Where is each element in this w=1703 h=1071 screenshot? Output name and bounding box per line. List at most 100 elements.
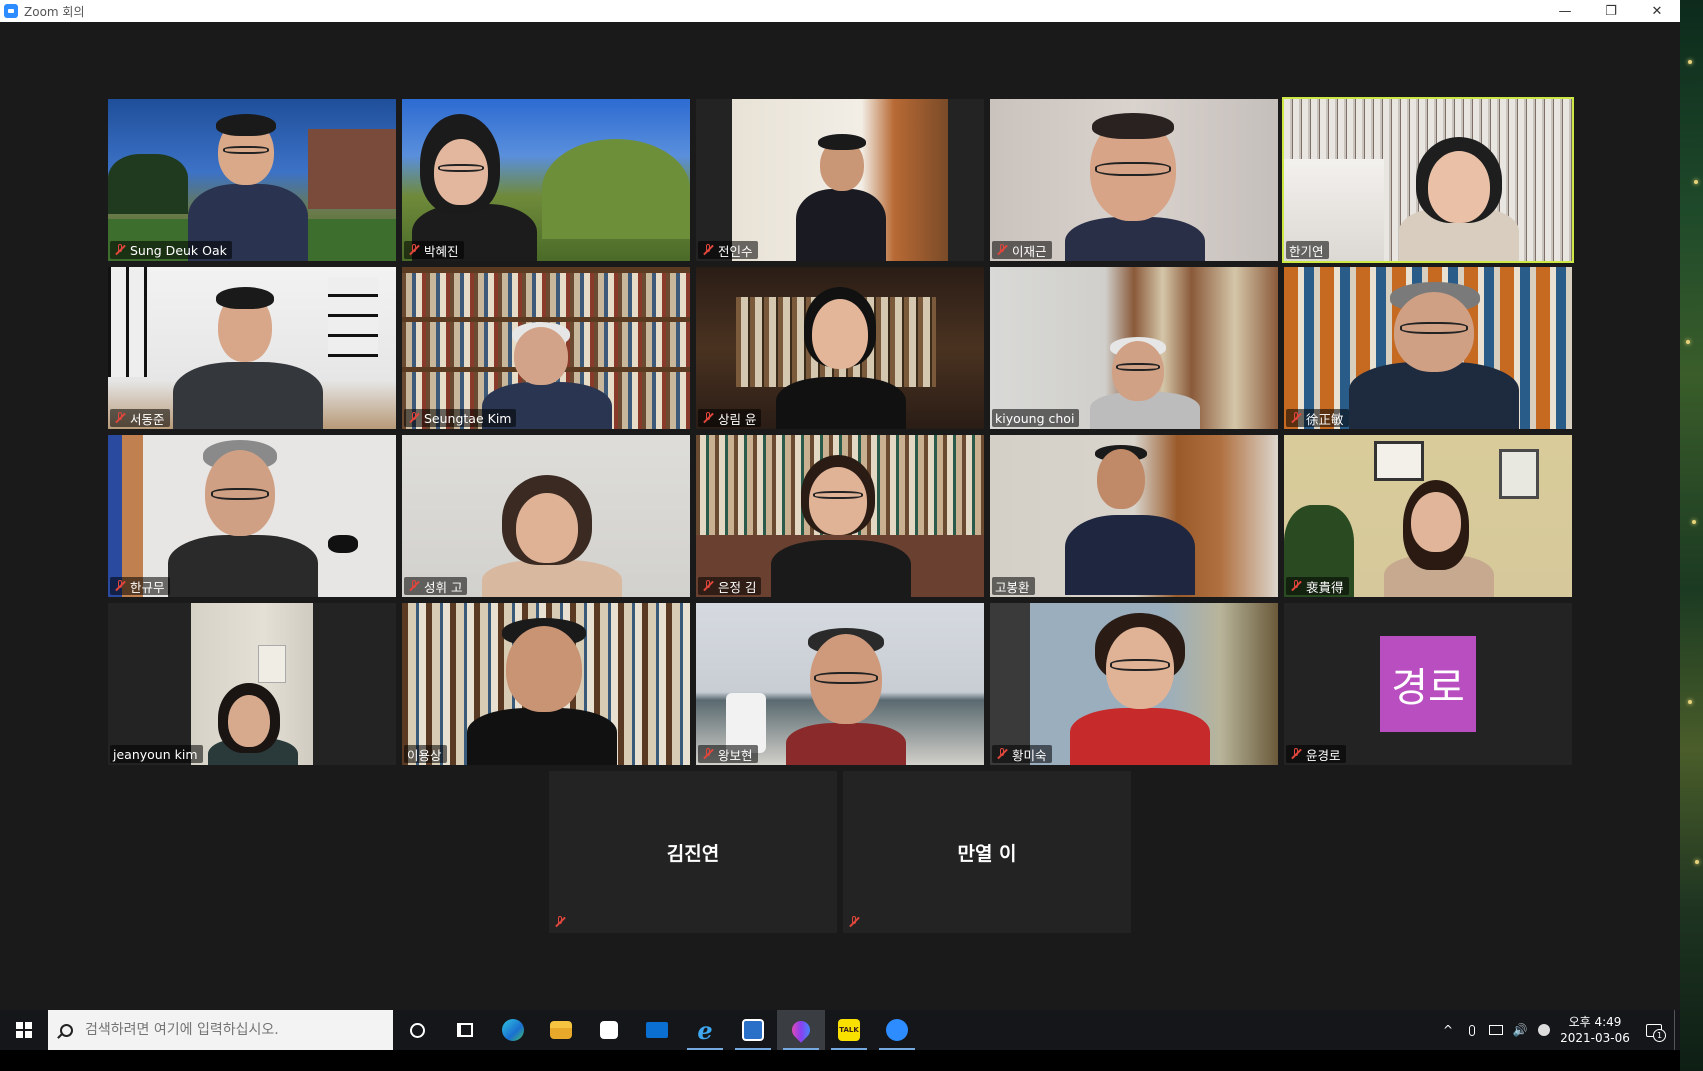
participant-nameplate: 왕보현 <box>698 745 758 763</box>
participant-tile[interactable]: 경로 윤경로 <box>1284 603 1572 765</box>
mic-muted-icon <box>407 411 421 425</box>
participant-nameplate: 전인수 <box>698 241 758 259</box>
microphone-icon[interactable] <box>1460 1010 1484 1050</box>
edge-button[interactable] <box>489 1010 537 1050</box>
participant-tile[interactable]: 고봉환 <box>990 435 1278 597</box>
volume-icon[interactable]: 🔊 <box>1508 1010 1532 1050</box>
participant-nameplate: 고봉환 <box>992 577 1035 595</box>
participant-tile[interactable]: 성휘 고 <box>402 435 690 597</box>
participant-tile[interactable]: 裵貴得 <box>1284 435 1572 597</box>
windows-logo-icon <box>16 1022 32 1038</box>
network-icon[interactable] <box>1484 1010 1508 1050</box>
mic-muted-icon <box>847 915 861 929</box>
mic-muted-icon <box>113 579 127 593</box>
participant-nameplate: 은정 김 <box>698 577 762 595</box>
file-explorer-button[interactable] <box>537 1010 585 1050</box>
participant-name-center: 만열 이 <box>957 842 1017 865</box>
internet-explorer-button[interactable]: e <box>681 1010 729 1050</box>
participant-tile[interactable]: 徐正敏 <box>1284 267 1572 429</box>
window-title: Zoom 회의 <box>24 4 85 19</box>
paint-button[interactable] <box>777 1010 825 1050</box>
mic-muted-icon <box>701 579 715 593</box>
participant-nameplate: 한기연 <box>1286 241 1329 259</box>
kakaotalk-icon: TALK <box>838 1019 860 1041</box>
participant-nameplate: Seungtae Kim <box>404 409 517 427</box>
participant-tile-active-speaker[interactable]: 한기연 <box>1282 97 1574 263</box>
participant-tile[interactable]: 상림 윤 <box>696 267 984 429</box>
participant-tile[interactable]: Seungtae Kim <box>402 267 690 429</box>
participant-tile[interactable]: 이용상 <box>402 603 690 765</box>
show-desktop-button[interactable] <box>1674 1010 1680 1050</box>
participant-tile[interactable]: kiyoung choi <box>990 267 1278 429</box>
close-button[interactable]: ✕ <box>1634 0 1680 22</box>
action-center-button[interactable]: 1 <box>1634 1010 1674 1050</box>
avatar: 경로 <box>1380 636 1476 732</box>
participant-tile-video-off[interactable]: 만열 이 <box>843 771 1131 933</box>
minimize-button[interactable]: — <box>1542 0 1588 22</box>
participant-tile[interactable]: 서동준 <box>108 267 396 429</box>
zoom-button[interactable] <box>873 1010 921 1050</box>
participant-nameplate: 박혜진 <box>404 241 464 259</box>
participant-nameplate: 裵貴得 <box>1286 577 1349 595</box>
participant-tile[interactable]: 은정 김 <box>696 435 984 597</box>
cortana-button[interactable] <box>393 1010 441 1050</box>
participant-nameplate: 서동준 <box>110 409 170 427</box>
participant-tile[interactable]: 전인수 <box>696 99 984 261</box>
hancom-button[interactable] <box>729 1010 777 1050</box>
file-explorer-icon <box>550 1021 572 1039</box>
desktop-wallpaper-edge <box>1680 0 1703 1071</box>
task-view-button[interactable] <box>441 1010 489 1050</box>
taskbar-search-box[interactable] <box>48 1010 393 1050</box>
mail-button[interactable] <box>633 1010 681 1050</box>
participant-name-center: 김진연 <box>666 842 720 865</box>
mic-muted-icon <box>1289 579 1303 593</box>
participant-tile[interactable]: jeanyoun kim <box>108 603 396 765</box>
participant-tile[interactable]: 이재근 <box>990 99 1278 261</box>
mic-muted-icon <box>407 243 421 257</box>
zoom-app-icon <box>4 4 18 18</box>
mic-muted-icon <box>995 243 1009 257</box>
mic-muted-icon <box>113 411 127 425</box>
hancom-icon <box>742 1019 764 1041</box>
taskbar-search-input[interactable] <box>85 1022 365 1038</box>
store-icon <box>600 1021 618 1039</box>
mic-muted-icon <box>1289 411 1303 425</box>
participant-tile-video-off[interactable]: 김진연 <box>549 771 837 933</box>
participant-nameplate: 윤경로 <box>1286 745 1346 763</box>
participant-nameplate: 성휘 고 <box>404 577 468 595</box>
mail-icon <box>646 1022 668 1038</box>
participant-nameplate: 이재근 <box>992 241 1052 259</box>
clock-date: 2021-03-06 <box>1560 1031 1630 1045</box>
tray-chevron-icon[interactable]: ^ <box>1436 1010 1460 1050</box>
ie-icon: e <box>697 1015 713 1045</box>
task-view-icon <box>457 1023 473 1037</box>
restore-button[interactable]: ❐ <box>1588 0 1634 22</box>
participant-nameplate: 한규무 <box>110 577 170 595</box>
start-button[interactable] <box>0 1010 48 1050</box>
participant-nameplate: 徐正敏 <box>1286 409 1349 427</box>
mic-muted-icon <box>553 915 567 929</box>
kakaotalk-button[interactable]: TALK <box>825 1010 873 1050</box>
participant-nameplate: 상림 윤 <box>698 409 762 427</box>
taskbar-clock[interactable]: 오후 4:49 2021-03-06 <box>1556 1014 1634 1046</box>
notification-count-badge: 1 <box>1653 1029 1666 1042</box>
store-button[interactable] <box>585 1010 633 1050</box>
participant-tile[interactable]: 황미숙 <box>990 603 1278 765</box>
edge-icon <box>502 1019 524 1041</box>
system-tray: ^ 🔊 오후 4:49 2021-03-06 1 <box>1436 1010 1680 1050</box>
mic-muted-icon <box>1289 747 1303 761</box>
participant-nameplate: 황미숙 <box>992 745 1052 763</box>
participant-nameplate: kiyoung choi <box>992 409 1080 427</box>
participant-tile[interactable]: 왕보현 <box>696 603 984 765</box>
mic-muted-icon <box>995 747 1009 761</box>
mic-muted-icon <box>407 579 421 593</box>
mic-muted-icon <box>701 747 715 761</box>
participant-tile[interactable]: 박혜진 <box>402 99 690 261</box>
zoom-icon <box>886 1019 908 1041</box>
search-icon <box>60 1023 73 1037</box>
participant-tile[interactable]: Sung Deuk Oak <box>108 99 396 261</box>
cortana-icon <box>409 1022 425 1038</box>
participant-tile[interactable]: 한규무 <box>108 435 396 597</box>
disconnected-icon[interactable] <box>1532 1010 1556 1050</box>
participant-nameplate: Sung Deuk Oak <box>110 241 232 259</box>
